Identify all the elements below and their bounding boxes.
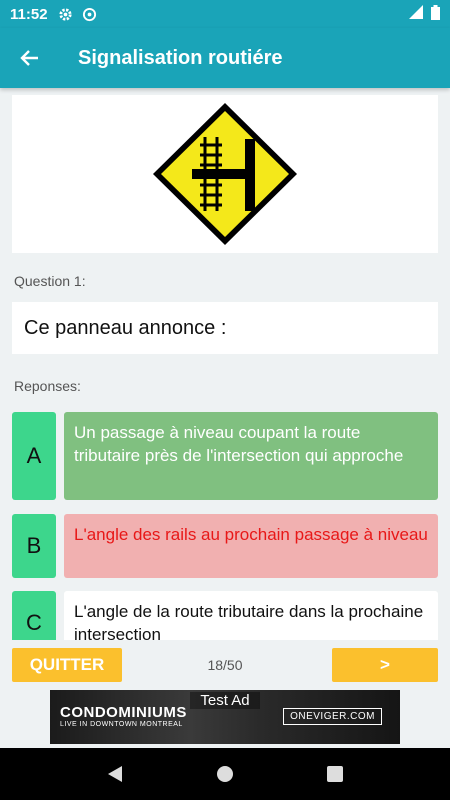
quiz-footer: QUITTER 18/50 > — [0, 648, 450, 684]
ad-brand: CONDOMINIUMS — [60, 704, 187, 721]
app-bar: Signalisation routiére — [0, 28, 450, 88]
status-bar: 11:52 — [0, 0, 450, 28]
square-recents-icon — [327, 766, 343, 782]
test-ad-label: Test Ad — [190, 692, 260, 709]
signal-icon — [409, 5, 423, 23]
settings-icon — [58, 6, 74, 22]
quit-button[interactable]: QUITTER — [12, 648, 122, 682]
ad-cta: ONEVIGER.COM — [283, 708, 382, 725]
triangle-back-icon — [108, 766, 122, 782]
next-button[interactable]: > — [332, 648, 438, 682]
system-nav-bar — [0, 748, 450, 800]
status-time: 11:52 — [10, 5, 48, 23]
answers-label: Reponses: — [14, 378, 81, 394]
nav-recents-button[interactable] — [315, 754, 355, 794]
answer-c[interactable]: C L'angle de la route tributaire dans la… — [12, 591, 438, 640]
nav-back-button[interactable] — [95, 754, 135, 794]
answer-a[interactable]: A Un passage à niveau coupant la route t… — [12, 412, 438, 500]
answer-c-text: L'angle de la route tributaire dans la p… — [64, 591, 438, 640]
answer-b-letter: B — [12, 514, 56, 578]
answer-b[interactable]: B L'angle des rails au prochain passage … — [12, 514, 438, 578]
answers-list: A Un passage à niveau coupant la route t… — [12, 412, 438, 640]
question-label: Question 1: — [14, 273, 86, 289]
road-sign-image — [12, 95, 438, 253]
battery-icon — [431, 4, 440, 24]
page-title: Signalisation routiére — [78, 46, 283, 69]
answer-c-letter: C — [12, 591, 56, 640]
circle-home-icon — [217, 766, 233, 782]
answer-a-letter: A — [12, 412, 56, 500]
ad-subtitle: LIVE IN DOWNTOWN MONTREAL — [60, 721, 183, 728]
ad-banner[interactable]: CONDOMINIUMS LIVE IN DOWNTOWN MONTREAL T… — [50, 690, 400, 744]
back-button[interactable] — [0, 28, 60, 88]
nav-home-button[interactable] — [205, 754, 245, 794]
answer-a-text: Un passage à niveau coupant la route tri… — [64, 412, 438, 500]
back-arrow-icon — [20, 50, 38, 66]
railway-crossing-sign-icon — [153, 103, 297, 245]
ad-brand-block: CONDOMINIUMS LIVE IN DOWNTOWN MONTREAL — [60, 704, 187, 728]
question-text: Ce panneau annonce : — [12, 302, 438, 354]
answer-b-text: L'angle des rails au prochain passage à … — [64, 514, 438, 578]
data-saver-icon — [82, 6, 98, 22]
